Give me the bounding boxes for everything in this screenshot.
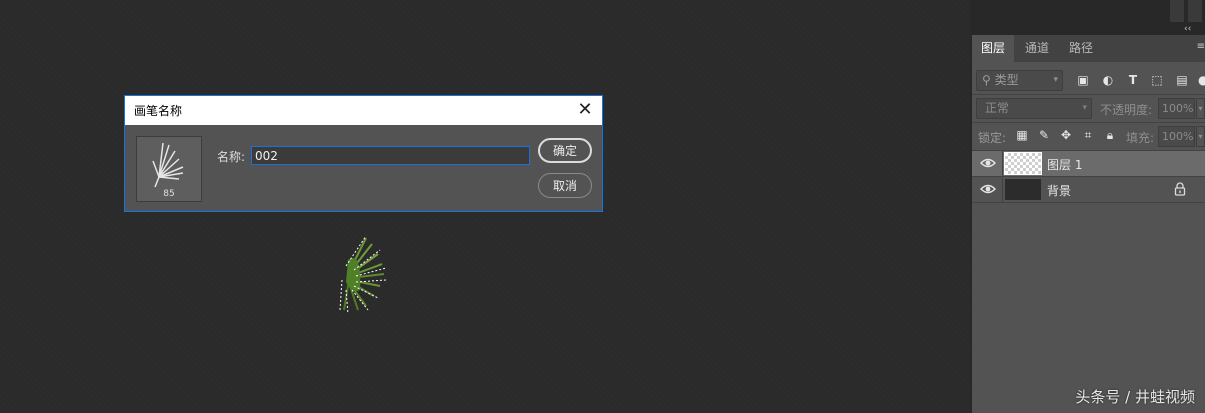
close-icon[interactable]: ✕ <box>576 101 594 119</box>
cancel-button[interactable]: 取消 <box>538 173 592 198</box>
opacity-input[interactable]: 100% <box>1158 98 1195 119</box>
fill-label: 填充: <box>1126 131 1155 145</box>
collapse-panels-icon[interactable]: ‹‹ <box>1184 24 1191 34</box>
dialog-title: 画笔名称 <box>134 104 183 118</box>
layer-row[interactable]: 背景 <box>972 177 1205 202</box>
chevron-down-icon[interactable]: ▾ <box>1196 98 1205 119</box>
brush-name-input[interactable] <box>251 146 530 165</box>
ok-button[interactable]: 确定 <box>538 138 592 163</box>
panel-menu-icon[interactable]: ≡ <box>1197 41 1205 52</box>
name-label: 名称: <box>217 150 246 164</box>
adjustment-filter-icon[interactable]: ◐ <box>1101 73 1115 87</box>
layer-name[interactable]: 图层 1 <box>1047 156 1082 173</box>
divider <box>972 122 1205 123</box>
brush-stroke-selection <box>339 235 387 315</box>
divider <box>972 94 1205 95</box>
tab-channels[interactable]: 通道 <box>1016 35 1058 62</box>
layer-thumbnail <box>1005 179 1041 200</box>
lock-transparent-pixels-icon[interactable]: ▦ <box>1015 128 1029 142</box>
lock-image-pixels-icon[interactable]: ✎ <box>1037 128 1051 142</box>
layer-filter-select[interactable]: ⚲ 类型 ▾ <box>976 70 1063 91</box>
tab-paths[interactable]: 路径 <box>1060 35 1102 62</box>
dialog-titlebar[interactable]: 画笔名称 <box>125 96 602 125</box>
layer-row[interactable]: 图层 1 <box>972 151 1205 176</box>
smart-object-filter-icon[interactable]: ▤ <box>1175 73 1189 87</box>
lock-artboard-icon[interactable]: ⌗ <box>1081 128 1095 142</box>
blend-mode-value: 正常 <box>985 101 1010 115</box>
filter-kind-value: 类型 <box>994 73 1019 87</box>
chevron-down-icon: ▾ <box>1053 75 1058 85</box>
lock-label: 锁定: <box>978 131 1007 145</box>
divider <box>1002 177 1003 202</box>
type-filter-icon[interactable]: T <box>1126 73 1140 87</box>
layers-panel: 图层 通道 路径 ≡ ⚲ 类型 ▾ ▣ ◐ T ⬚ ▤ ● 正常 ▾ 不透明度:… <box>972 35 1205 413</box>
opacity-label: 不透明度: <box>1100 103 1153 117</box>
visibility-eye-icon[interactable] <box>980 182 996 196</box>
image-filter-icon[interactable]: ▣ <box>1076 73 1090 87</box>
layer-thumbnail <box>1004 152 1042 175</box>
lock-icon[interactable] <box>1174 182 1186 196</box>
tab-layers[interactable]: 图层 <box>972 35 1014 62</box>
lock-all-icon[interactable]: 🔒︎ <box>1103 128 1117 142</box>
divider <box>972 202 1205 203</box>
brush-preview: 85 <box>136 136 202 202</box>
watermark: 头条号 / 井蛙视频 <box>1075 388 1195 406</box>
chevron-down-icon: ▾ <box>1082 103 1087 113</box>
brush-size-value: 85 <box>163 189 175 199</box>
visibility-eye-icon[interactable] <box>980 156 996 170</box>
brush-tip-icon <box>152 142 184 188</box>
panel-tab-bar: 图层 通道 路径 ≡ <box>972 35 1205 62</box>
brush-name-dialog: 画笔名称 ✕ 85 名称: 确定 取消 <box>124 95 603 212</box>
blend-mode-select[interactable]: 正常 ▾ <box>976 98 1092 119</box>
divider <box>1002 151 1003 176</box>
chevron-down-icon[interactable]: ▾ <box>1196 126 1205 147</box>
shape-filter-icon[interactable]: ⬚ <box>1150 73 1164 87</box>
panel-dock-handles <box>1170 0 1205 22</box>
layer-name[interactable]: 背景 <box>1047 182 1071 199</box>
search-icon: ⚲ <box>982 73 991 87</box>
fill-input[interactable]: 100% <box>1158 126 1195 147</box>
filter-toggle-icon[interactable]: ● <box>1198 73 1205 87</box>
lock-position-icon[interactable]: ✥ <box>1059 128 1073 142</box>
